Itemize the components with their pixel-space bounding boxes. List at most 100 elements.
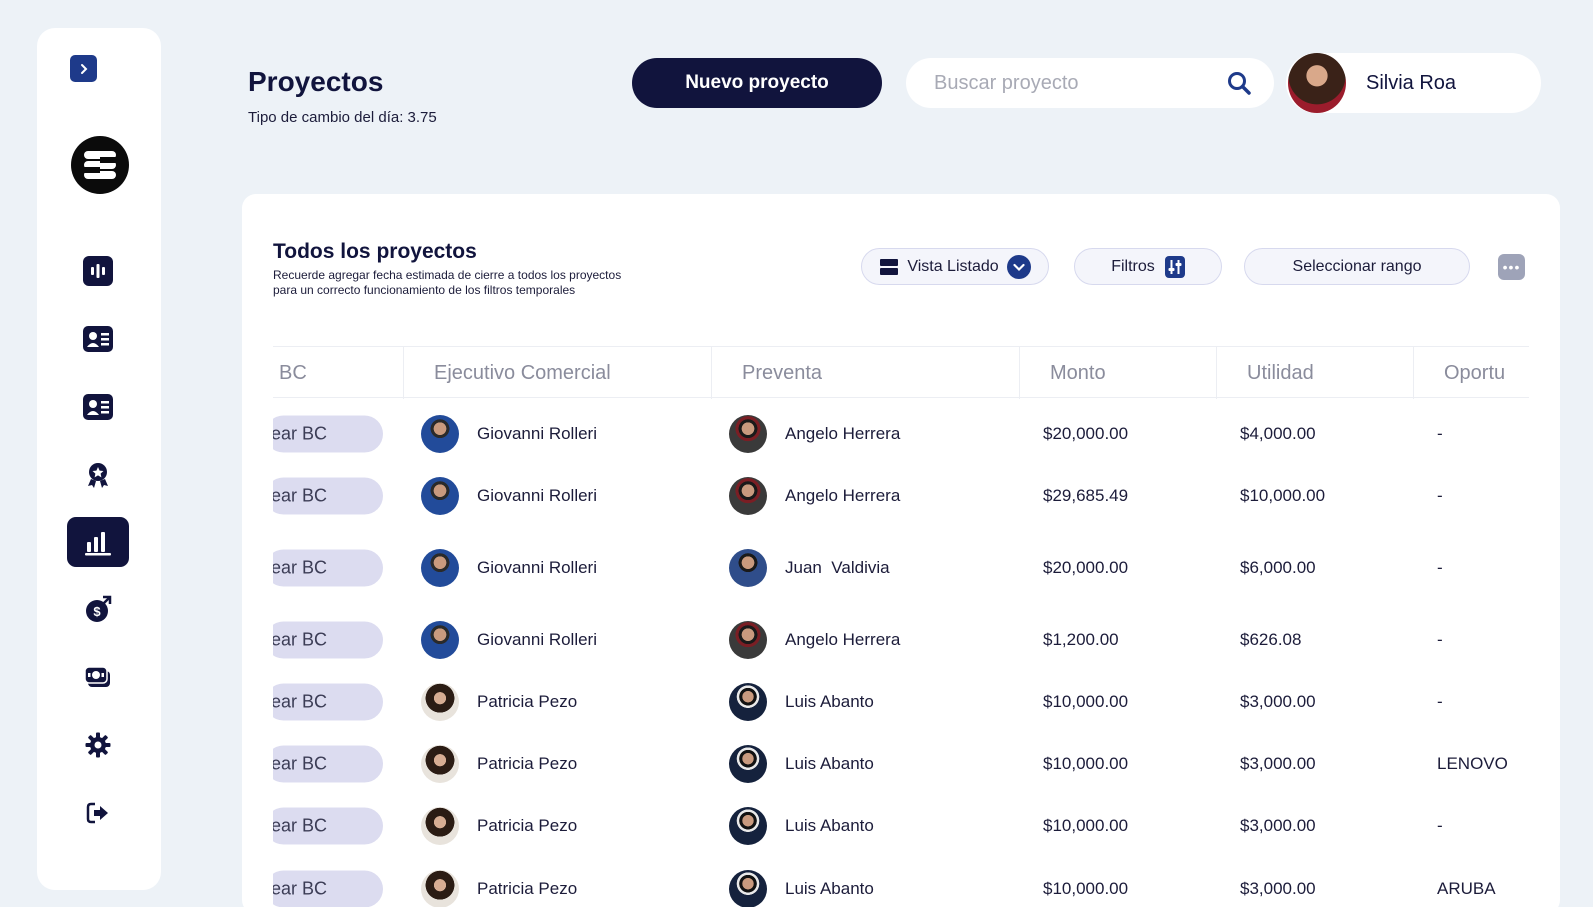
oportunidad-value: - bbox=[1437, 630, 1443, 649]
create-bc-button[interactable]: ear BC bbox=[273, 415, 383, 453]
sidebar-expand-button[interactable] bbox=[70, 55, 97, 82]
avatar bbox=[729, 745, 767, 783]
exchange-rate-text: Tipo de cambio del día: 3.75 bbox=[248, 109, 437, 126]
panel-note: Recuerde agregar fecha estimada de cierr… bbox=[273, 268, 713, 298]
utilidad-value: $3,000.00 bbox=[1240, 692, 1316, 711]
create-bc-button[interactable]: ear BC bbox=[273, 807, 383, 845]
create-bc-button[interactable]: ear BC bbox=[273, 477, 383, 515]
date-range-button[interactable]: Seleccionar rango bbox=[1244, 248, 1470, 285]
user-avatar bbox=[1288, 53, 1346, 113]
gear-icon bbox=[85, 732, 111, 758]
award-icon bbox=[88, 463, 108, 488]
utilidad-value: $3,000.00 bbox=[1240, 816, 1316, 835]
more-options-button[interactable]: ••• bbox=[1498, 254, 1525, 280]
monto-value: $29,685.49 bbox=[1043, 486, 1129, 505]
view-mode-dropdown[interactable]: Vista Listado bbox=[861, 248, 1049, 285]
create-bc-button[interactable]: ear BC bbox=[273, 745, 383, 783]
avatar bbox=[421, 477, 459, 515]
nav-logout[interactable] bbox=[67, 788, 129, 838]
create-bc-button[interactable]: ear BC bbox=[273, 683, 383, 721]
table-row[interactable]: ear BC Patricia Pezo Luis Abanto $10,000… bbox=[273, 672, 1529, 732]
ejecutivo-name: Patricia Pezo bbox=[477, 754, 578, 773]
avatar bbox=[421, 807, 459, 845]
app-logo bbox=[71, 136, 129, 194]
column-header-preventa[interactable]: Preventa bbox=[712, 347, 1020, 399]
user-profile-chip[interactable]: Silvia Roa bbox=[1286, 53, 1541, 113]
create-bc-button[interactable]: ear BC bbox=[273, 621, 383, 659]
oportunidad-value: - bbox=[1437, 692, 1443, 711]
monto-value: $20,000.00 bbox=[1043, 558, 1129, 577]
search-icon[interactable] bbox=[1226, 70, 1252, 96]
nav-dashboard[interactable] bbox=[67, 246, 129, 296]
user-name: Silvia Roa bbox=[1366, 71, 1457, 94]
avatar bbox=[729, 683, 767, 721]
sidebar: $ bbox=[37, 28, 161, 890]
ejecutivo-name: Patricia Pezo bbox=[477, 879, 578, 898]
nav-payments[interactable] bbox=[67, 652, 129, 702]
monto-value: $10,000.00 bbox=[1043, 754, 1129, 773]
avatar bbox=[421, 549, 459, 587]
preventa-name: Luis Abanto bbox=[785, 816, 874, 835]
avatar bbox=[421, 745, 459, 783]
table-row[interactable]: ear BC Giovanni Rolleri Angelo Herrera $… bbox=[273, 404, 1529, 464]
table-row[interactable]: ear BC Patricia Pezo Luis Abanto $10,000… bbox=[273, 859, 1529, 907]
ejecutivo-name: Giovanni Rolleri bbox=[477, 424, 597, 443]
nav-contacts[interactable] bbox=[67, 314, 129, 364]
table-row[interactable]: ear BC Giovanni Rolleri Juan Valdivia $2… bbox=[273, 538, 1529, 598]
oportunidad-value: - bbox=[1437, 558, 1443, 577]
monto-value: $10,000.00 bbox=[1043, 816, 1129, 835]
projects-panel: Todos los proyectos Recuerde agregar fec… bbox=[242, 194, 1560, 907]
create-bc-button[interactable]: ear BC bbox=[273, 549, 383, 587]
nav-projects[interactable] bbox=[67, 517, 129, 567]
monto-value: $10,000.00 bbox=[1043, 692, 1129, 711]
column-header-oportunidad[interactable]: Oportu bbox=[1414, 347, 1529, 399]
utilidad-value: $4,000.00 bbox=[1240, 424, 1316, 443]
new-project-button[interactable]: Nuevo proyecto bbox=[632, 58, 882, 108]
utilidad-value: $3,000.00 bbox=[1240, 754, 1316, 773]
utilidad-value: $3,000.00 bbox=[1240, 879, 1316, 898]
column-header-monto[interactable]: Monto bbox=[1020, 347, 1217, 399]
cash-icon bbox=[84, 666, 110, 687]
preventa-name: Luis Abanto bbox=[785, 879, 874, 898]
create-bc-button[interactable]: ear BC bbox=[273, 870, 383, 907]
avatar bbox=[729, 415, 767, 453]
oportunidad-value: - bbox=[1437, 816, 1443, 835]
id-card-icon bbox=[83, 394, 113, 420]
utilidad-value: $626.08 bbox=[1240, 630, 1302, 649]
table-row[interactable]: ear BC Patricia Pezo Luis Abanto $10,000… bbox=[273, 734, 1529, 794]
projects-table: BC Ejecutivo Comercial Preventa Monto Ut… bbox=[273, 346, 1529, 907]
monto-value: $1,200.00 bbox=[1043, 630, 1119, 649]
nav-settings[interactable] bbox=[67, 720, 129, 770]
s-logo-icon bbox=[82, 151, 118, 179]
column-header-ejecutivo[interactable]: Ejecutivo Comercial bbox=[404, 347, 712, 399]
ejecutivo-name: Patricia Pezo bbox=[477, 816, 578, 835]
avatar bbox=[421, 415, 459, 453]
nav-awards[interactable] bbox=[67, 450, 129, 500]
monto-value: $10,000.00 bbox=[1043, 879, 1129, 898]
monto-value: $20,000.00 bbox=[1043, 424, 1129, 443]
utilidad-value: $6,000.00 bbox=[1240, 558, 1316, 577]
oportunidad-value: LENOVO bbox=[1437, 754, 1508, 773]
nav-finance[interactable]: $ bbox=[67, 584, 129, 634]
search-input[interactable] bbox=[934, 71, 1226, 95]
column-header-bc[interactable]: BC bbox=[273, 347, 404, 399]
column-header-utilidad[interactable]: Utilidad bbox=[1217, 347, 1414, 399]
preventa-name: Juan Valdivia bbox=[785, 558, 890, 577]
table-row[interactable]: ear BC Giovanni Rolleri Angelo Herrera $… bbox=[273, 610, 1529, 670]
avatar bbox=[729, 549, 767, 587]
table-row[interactable]: ear BC Patricia Pezo Luis Abanto $10,000… bbox=[273, 796, 1529, 856]
money-bag-icon: $ bbox=[86, 595, 112, 622]
preventa-name: Angelo Herrera bbox=[785, 486, 901, 505]
more-options-icon: ••• bbox=[1502, 259, 1521, 275]
list-view-icon bbox=[880, 258, 899, 275]
filters-button[interactable]: Filtros bbox=[1074, 248, 1222, 285]
preventa-name: Angelo Herrera bbox=[785, 424, 901, 443]
panel-note-line-2: para un correcto funcionamiento de los f… bbox=[273, 283, 576, 297]
ejecutivo-name: Giovanni Rolleri bbox=[477, 630, 597, 649]
nav-clients[interactable] bbox=[67, 382, 129, 432]
bar-chart-icon bbox=[85, 532, 111, 556]
avatar bbox=[729, 807, 767, 845]
sliders-icon bbox=[1164, 255, 1185, 278]
table-header: BC Ejecutivo Comercial Preventa Monto Ut… bbox=[273, 346, 1529, 399]
table-row[interactable]: ear BC Giovanni Rolleri Angelo Herrera $… bbox=[273, 466, 1529, 526]
